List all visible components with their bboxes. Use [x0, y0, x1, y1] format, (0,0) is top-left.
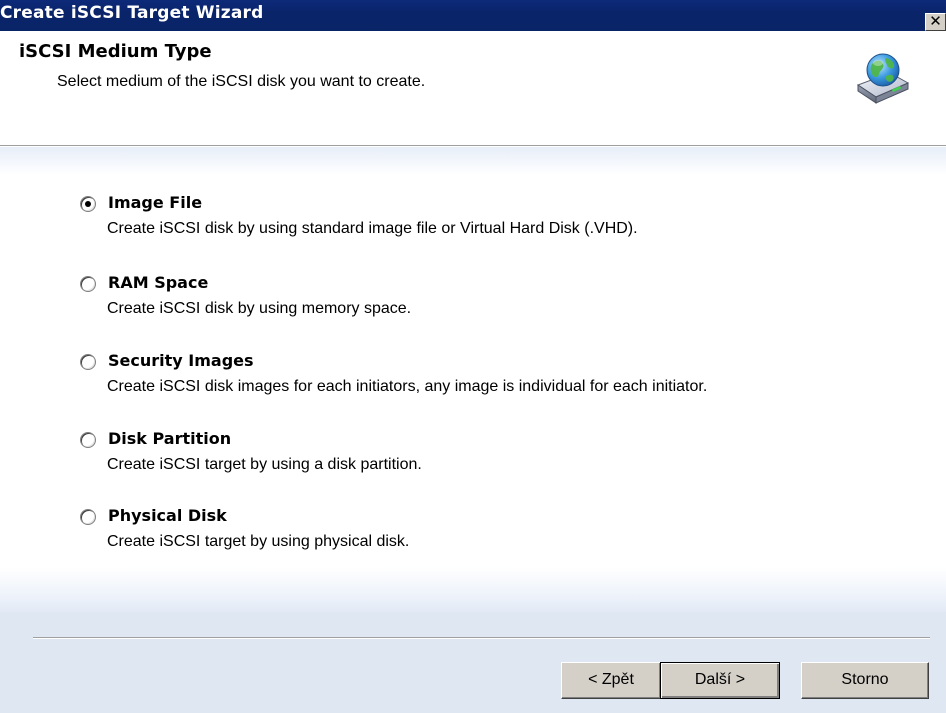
- option-description: Create iSCSI target by using a disk part…: [107, 456, 422, 473]
- window-title: Create iSCSI Target Wizard: [0, 3, 264, 23]
- close-icon: ✕: [929, 12, 942, 30]
- physical-disk-radio[interactable]: [80, 509, 96, 525]
- disk-partition-radio[interactable]: [80, 432, 96, 448]
- option-label[interactable]: Image File: [108, 193, 202, 212]
- option-label[interactable]: Security Images: [108, 351, 254, 370]
- option-image-file[interactable]: Image File Create iSCSI disk by using st…: [0, 191, 946, 253]
- wizard-content: Image File Create iSCSI disk by using st…: [0, 147, 946, 713]
- image-file-radio[interactable]: [80, 196, 96, 212]
- option-physical-disk[interactable]: Physical Disk Create iSCSI target by usi…: [0, 504, 946, 566]
- option-disk-partition[interactable]: Disk Partition Create iSCSI target by us…: [0, 427, 946, 489]
- option-label[interactable]: Disk Partition: [108, 429, 231, 448]
- options-panel: Image File Create iSCSI disk by using st…: [0, 147, 946, 612]
- footer-divider-highlight: [33, 638, 930, 639]
- back-button[interactable]: < Zpět: [561, 662, 661, 699]
- option-label[interactable]: Physical Disk: [108, 506, 227, 525]
- ram-space-radio[interactable]: [80, 276, 96, 292]
- option-label[interactable]: RAM Space: [108, 273, 208, 292]
- close-button[interactable]: ✕: [925, 13, 946, 31]
- title-bar[interactable]: Create iSCSI Target Wizard ✕: [0, 0, 946, 31]
- security-images-radio[interactable]: [80, 354, 96, 370]
- page-subtitle: Select medium of the iSCSI disk you want…: [57, 73, 426, 90]
- option-description: Create iSCSI disk by using standard imag…: [107, 220, 638, 237]
- page-title: iSCSI Medium Type: [19, 41, 212, 62]
- option-ram-space[interactable]: RAM Space Create iSCSI disk by using mem…: [0, 271, 946, 333]
- cancel-button[interactable]: Storno: [801, 662, 929, 699]
- option-description: Create iSCSI target by using physical di…: [107, 533, 410, 550]
- next-button[interactable]: Další >: [660, 662, 780, 699]
- globe-disk-icon: [856, 53, 910, 104]
- option-description: Create iSCSI disk images for each initia…: [107, 378, 708, 395]
- option-description: Create iSCSI disk by using memory space.: [107, 300, 412, 317]
- radio-selected-dot: [85, 201, 91, 207]
- option-security-images[interactable]: Security Images Create iSCSI disk images…: [0, 349, 946, 411]
